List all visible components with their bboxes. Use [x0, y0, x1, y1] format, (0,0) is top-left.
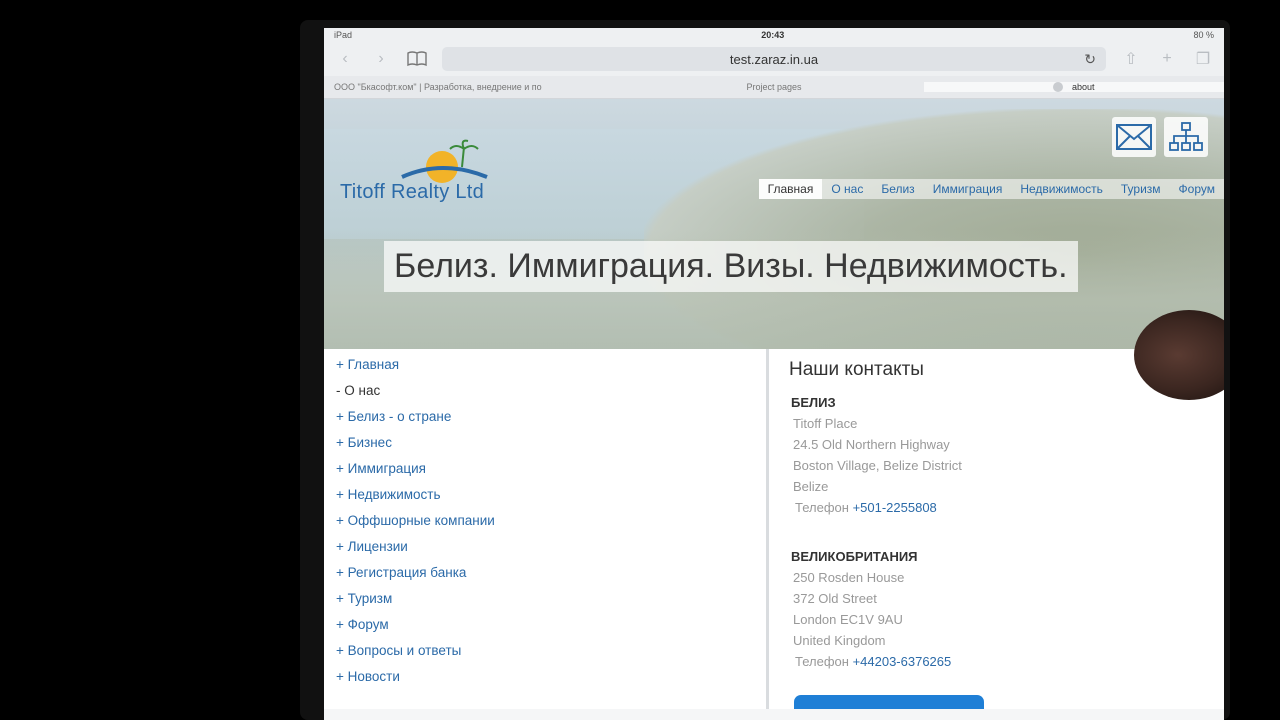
nav-about[interactable]: О нас — [822, 179, 872, 199]
sidebar-item-bank[interactable]: + Регистрация банка — [336, 565, 766, 580]
nav-home[interactable]: Главная — [758, 179, 823, 199]
tab-about-label: about — [1071, 81, 1095, 92]
sidebar-item-real-estate[interactable]: + Недвижимость — [336, 487, 766, 502]
floating-action-bar[interactable] — [794, 695, 984, 709]
address-line: United Kingdom — [793, 633, 886, 648]
bookmarks-icon[interactable] — [406, 48, 428, 70]
sidebar-item-business[interactable]: + Бизнес — [336, 435, 766, 450]
ipad-screen: iPad 20:43 80 % ‹ › test.zaraz.in.ua ↻ ⇧… — [324, 28, 1224, 720]
device-label: iPad — [334, 30, 353, 40]
address-line: Boston Village, Belize District — [793, 458, 962, 473]
uk-phone-link[interactable]: +44203-6376265 — [853, 654, 952, 669]
hero-icons — [1112, 117, 1208, 157]
mail-icon — [1116, 124, 1152, 150]
browser-toolbar: ‹ › test.zaraz.in.ua ↻ ⇧ + ❐ — [324, 42, 1224, 76]
tab-project-pages[interactable]: Project pages — [624, 82, 924, 92]
sidebar-item-immigration[interactable]: + Иммиграция — [336, 461, 766, 476]
address-bar[interactable]: test.zaraz.in.ua ↻ — [442, 47, 1106, 71]
sidebar-item-home[interactable]: + Главная — [336, 357, 766, 372]
main-nav: Главная О нас Белиз Иммиграция Недвижимо… — [758, 179, 1224, 199]
clock: 20:43 — [761, 30, 785, 40]
nav-real-estate[interactable]: Недвижимость — [1011, 179, 1112, 199]
sidebar-item-tourism[interactable]: + Туризм — [336, 591, 766, 606]
sitemap-button[interactable] — [1164, 117, 1208, 157]
page-headline: Белиз. Иммиграция. Визы. Недвижимость. — [384, 241, 1078, 292]
sidebar-menu: + Главная - О нас + Белиз - о стране + Б… — [324, 349, 766, 709]
uk-phone-row: Телефон +44203-6376265 — [795, 654, 1204, 669]
tab-bar: ООО "Бкасофт.ком" | Разработка, внедрени… — [324, 76, 1224, 99]
forward-icon[interactable]: › — [370, 48, 392, 70]
sitemap-icon — [1169, 122, 1203, 151]
back-icon[interactable]: ‹ — [334, 48, 356, 70]
sidebar-item-forum[interactable]: + Форум — [336, 617, 766, 632]
phone-label: Телефон — [795, 654, 849, 669]
belize-phone-row: Телефон +501-2255808 — [795, 500, 1204, 515]
tabs-overview-icon[interactable]: ❐ — [1192, 48, 1214, 70]
sidebar-item-news[interactable]: + Новости — [336, 669, 766, 684]
sidebar-item-licenses[interactable]: + Лицензии — [336, 539, 766, 554]
nav-immigration[interactable]: Иммиграция — [924, 179, 1012, 199]
phone-label: Телефон — [795, 500, 849, 515]
tab-about[interactable]: about — [924, 81, 1224, 93]
uk-heading: ВЕЛИКОБРИТАНИЯ — [791, 549, 918, 564]
new-tab-icon[interactable]: + — [1156, 48, 1178, 70]
nav-tourism[interactable]: Туризм — [1112, 179, 1170, 199]
reload-icon[interactable]: ↻ — [1084, 51, 1096, 68]
status-bar: iPad 20:43 80 % — [324, 28, 1224, 42]
belize-heading: БЕЛИЗ — [791, 395, 836, 410]
belize-phone-link[interactable]: +501-2255808 — [853, 500, 937, 515]
contacts-panel: Наши контакты БЕЛИЗ Titoff Place 24.5 Ol… — [769, 349, 1224, 709]
address-line: Belize — [793, 479, 829, 494]
logo-text[interactable]: Titoff Realty Ltd — [340, 181, 484, 204]
nav-belize[interactable]: Белиз — [872, 179, 923, 199]
share-icon[interactable]: ⇧ — [1120, 48, 1142, 70]
tab-vkasoft[interactable]: ООО "Бкасофт.ком" | Разработка, внедрени… — [324, 82, 624, 92]
nav-forum[interactable]: Форум — [1170, 179, 1224, 199]
url-text: test.zaraz.in.ua — [729, 51, 819, 67]
sidebar-item-about[interactable]: - О нас — [336, 383, 766, 398]
sidebar-item-belize[interactable]: + Белиз - о стране — [336, 409, 766, 424]
address-line: London EC1V 9AU — [793, 612, 903, 627]
address-line: 24.5 Old Northern Highway — [793, 437, 950, 452]
mail-button[interactable] — [1112, 117, 1156, 157]
hero-banner: Titoff Realty Ltd Главная О нас Белиз Им… — [324, 99, 1224, 349]
main-content: + Главная - О нас + Белиз - о стране + Б… — [324, 349, 1224, 709]
close-tab-icon[interactable] — [1053, 82, 1064, 93]
battery-label: 80 % — [1193, 30, 1214, 40]
address-line: 372 Old Street — [793, 591, 877, 606]
address-line: 250 Rosden House — [793, 570, 905, 585]
sidebar-item-offshore[interactable]: + Оффшорные компании — [336, 513, 766, 528]
address-line: Titoff Place — [793, 416, 858, 431]
sidebar-item-faq[interactable]: + Вопросы и ответы — [336, 643, 766, 658]
